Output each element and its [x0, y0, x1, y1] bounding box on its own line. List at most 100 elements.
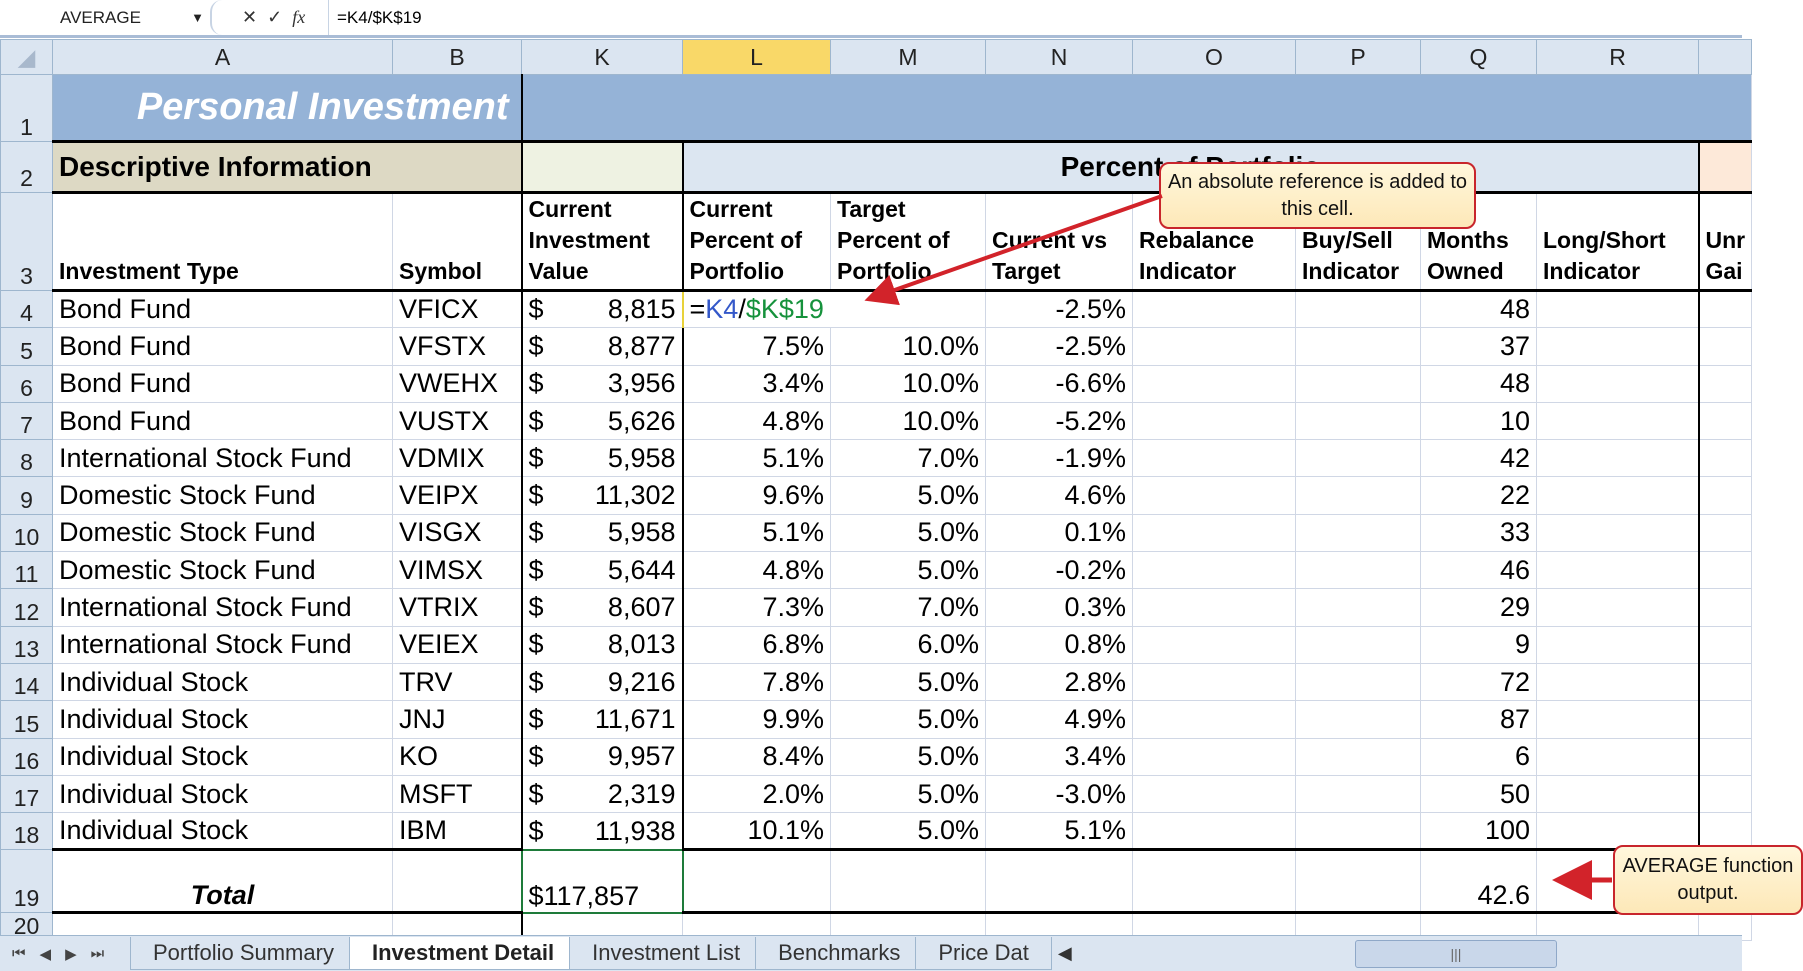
name-box[interactable]: AVERAGE ▼ [0, 3, 210, 33]
insert-function-icon[interactable]: fx [292, 7, 305, 28]
cell-current-percent[interactable]: 3.4% [681, 364, 831, 403]
average-months-owned[interactable]: 42.6 [1420, 848, 1537, 915]
cell-target-percent[interactable]: 5.0% [830, 551, 986, 590]
cell-long-short[interactable] [1536, 737, 1699, 776]
cell-rebalance[interactable] [1132, 812, 1296, 851]
row-header[interactable]: 7 [0, 401, 53, 441]
cell-symbol[interactable]: JNJ [392, 700, 522, 739]
cell-current-percent[interactable]: 2.0% [681, 774, 831, 814]
cell-investment-type[interactable]: International Stock Fund [52, 625, 393, 664]
cell-current-vs-target[interactable]: 4.9% [985, 700, 1133, 739]
cell-target-percent[interactable]: 6.0% [830, 625, 986, 664]
cell-current-percent[interactable]: 9.6% [681, 476, 831, 515]
sheet-tab[interactable]: Benchmarks [755, 937, 924, 970]
cell-buy-sell[interactable] [1295, 625, 1421, 664]
cell-current-vs-target[interactable]: 2.8% [985, 662, 1133, 702]
cell-symbol[interactable]: IBM [392, 812, 522, 851]
cell[interactable] [1295, 848, 1421, 915]
sheet-tab[interactable]: Portfolio Summary [130, 937, 357, 970]
cell-value[interactable]: $8,607 [520, 588, 683, 627]
cell-rebalance[interactable] [1132, 327, 1296, 366]
cell-investment-type[interactable]: Bond Fund [52, 327, 393, 366]
cell-rebalance[interactable] [1132, 662, 1296, 702]
cell-investment-type[interactable]: Individual Stock [52, 774, 393, 814]
last-sheet-icon[interactable]: ⏭ [91, 945, 105, 963]
cell-months-owned[interactable]: 10 [1420, 401, 1537, 441]
cell-investment-type[interactable]: Individual Stock [52, 662, 393, 702]
sheet-title[interactable]: Personal Investment [52, 74, 522, 142]
column-label[interactable]: Investment Type [52, 191, 393, 292]
column-label[interactable]: Current vs Target [985, 191, 1133, 292]
cell[interactable] [520, 140, 683, 193]
cell-long-short[interactable] [1536, 401, 1699, 441]
cell[interactable] [1697, 737, 1753, 776]
row-header[interactable]: 4 [0, 289, 53, 329]
cell-months-owned[interactable]: 9 [1420, 625, 1537, 664]
cell-buy-sell[interactable] [1295, 662, 1421, 702]
cell-value[interactable]: $5,626 [520, 401, 683, 441]
cell-long-short[interactable] [1536, 513, 1699, 553]
cell-investment-type[interactable]: Individual Stock [52, 700, 393, 739]
cell-investment-type[interactable]: International Stock Fund [52, 439, 393, 478]
cell-current-percent[interactable]: 7.8% [681, 662, 831, 702]
column-header-Q[interactable]: Q [1420, 39, 1537, 75]
cell-long-short[interactable] [1536, 774, 1699, 814]
row-header[interactable]: 8 [0, 439, 53, 478]
column-label[interactable]: Symbol [392, 191, 522, 292]
cell-value[interactable]: $2,319 [520, 774, 683, 814]
cell-target-percent[interactable]: 5.0% [830, 700, 986, 739]
cell-symbol[interactable]: VFSTX [392, 327, 522, 366]
cell[interactable] [1697, 289, 1753, 329]
cell-long-short[interactable] [1536, 439, 1699, 478]
cell-value[interactable]: $11,671 [520, 700, 683, 739]
cell-long-short[interactable] [1536, 289, 1699, 329]
cell-months-owned[interactable]: 33 [1420, 513, 1537, 553]
column-header-N[interactable]: N [985, 39, 1133, 75]
cell-investment-type[interactable]: Bond Fund [52, 289, 393, 329]
column-label[interactable]: Long/Short Indicator [1536, 191, 1699, 292]
cell-months-owned[interactable]: 29 [1420, 588, 1537, 627]
cell-value[interactable]: $5,958 [520, 439, 683, 478]
cell-value[interactable]: $11,302 [520, 476, 683, 515]
cell-symbol[interactable]: TRV [392, 662, 522, 702]
cell-buy-sell[interactable] [1295, 700, 1421, 739]
cell-long-short[interactable] [1536, 476, 1699, 515]
cell-rebalance[interactable] [1132, 774, 1296, 814]
cell[interactable] [1697, 662, 1753, 702]
cell-long-short[interactable] [1536, 327, 1699, 366]
cell[interactable] [1697, 364, 1753, 403]
cell-current-vs-target[interactable]: -2.5% [985, 289, 1133, 329]
cell-target-percent[interactable]: 5.0% [830, 812, 986, 851]
cell-symbol[interactable]: VTRIX [392, 588, 522, 627]
cell-current-percent[interactable]: 8.4% [681, 737, 831, 776]
cell-current-percent[interactable]: 4.8% [681, 401, 831, 441]
cell-months-owned[interactable]: 42 [1420, 439, 1537, 478]
cell-target-percent[interactable]: 5.0% [830, 737, 986, 776]
cell-rebalance[interactable] [1132, 513, 1296, 553]
cell-months-owned[interactable]: 48 [1420, 364, 1537, 403]
cell-current-percent[interactable]: 7.5% [681, 327, 831, 366]
row-header[interactable]: 17 [0, 774, 53, 814]
next-sheet-icon[interactable]: ▶ [65, 945, 77, 963]
row-header[interactable]: 14 [0, 662, 53, 702]
title-band[interactable] [520, 74, 1753, 142]
cell-buy-sell[interactable] [1295, 588, 1421, 627]
cell[interactable] [681, 848, 831, 915]
cell-rebalance[interactable] [1132, 289, 1296, 329]
cell-current-vs-target[interactable]: -6.6% [985, 364, 1133, 403]
cell-rebalance[interactable] [1132, 625, 1296, 664]
cell-rebalance[interactable] [1132, 588, 1296, 627]
scroll-left-icon[interactable]: ◀ [1058, 943, 1072, 964]
column-header-P[interactable]: P [1295, 39, 1421, 75]
sheet-tab[interactable]: Investment List [569, 937, 764, 970]
cell[interactable] [1697, 476, 1753, 515]
cell-months-owned[interactable]: 72 [1420, 662, 1537, 702]
cell-value[interactable]: $3,956 [520, 364, 683, 403]
cell-buy-sell[interactable] [1295, 289, 1421, 329]
cell-buy-sell[interactable] [1295, 364, 1421, 403]
cancel-icon[interactable]: ✕ [242, 7, 257, 28]
cell-buy-sell[interactable] [1295, 737, 1421, 776]
cell-long-short[interactable] [1536, 700, 1699, 739]
cell-current-percent[interactable]: 5.1% [681, 439, 831, 478]
row-header[interactable]: 18 [0, 812, 53, 851]
